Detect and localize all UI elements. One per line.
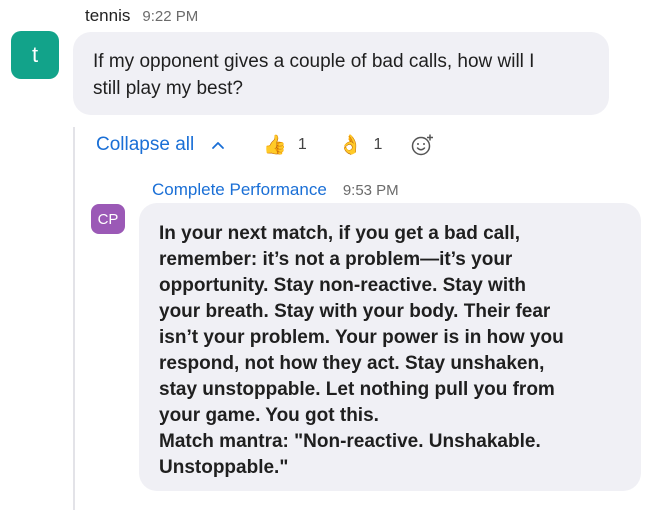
reply-text-line: opportunity. Stay non-reactive. Stay wit… xyxy=(159,275,527,296)
sender-name[interactable]: tennis xyxy=(85,6,130,26)
reaction-count: 1 xyxy=(373,136,383,153)
reactions-row: Collapse all 👍 1 👌 1 xyxy=(96,130,434,160)
thread-line xyxy=(73,127,75,510)
avatar[interactable]: t xyxy=(11,31,59,79)
collapse-all-label: Collapse all xyxy=(96,134,195,155)
message-time: 9:22 PM xyxy=(142,8,199,25)
message-header: tennis 9:22 PM xyxy=(85,6,198,26)
reply-text-line: your breath. Stay with your body. Their … xyxy=(159,301,551,322)
chevron-up-icon xyxy=(212,142,225,149)
message-text-line: If my opponent gives a couple of bad cal… xyxy=(93,51,535,72)
add-reaction-icon[interactable] xyxy=(410,133,434,157)
reply-text-line: stay unstoppable. Let nothing pull you f… xyxy=(159,379,555,400)
collapse-all-button[interactable]: Collapse all xyxy=(96,134,225,156)
reaction-count: 1 xyxy=(297,136,307,153)
reply-text-line: your game. You got this. xyxy=(159,405,379,426)
reply-text-line: Unstoppable." xyxy=(159,457,289,478)
reply-text-line: isn’t your problem. Your power is in how… xyxy=(159,327,564,348)
message-bubble: If my opponent gives a couple of bad cal… xyxy=(73,32,609,115)
reply-time: 9:53 PM xyxy=(342,182,399,199)
reply-text-line: In your next match, if you get a bad cal… xyxy=(159,223,521,244)
reply-header: Complete Performance 9:53 PM xyxy=(152,180,399,200)
reply-bubble: In your next match, if you get a bad cal… xyxy=(139,203,641,491)
reply-sender-name[interactable]: Complete Performance xyxy=(152,180,327,200)
reply-text-line: remember: it’s not a problem—it’s your xyxy=(159,249,513,270)
reply-text-line: respond, not how they act. Stay unshaken… xyxy=(159,353,545,374)
ok-hand-icon: 👌 xyxy=(338,134,363,156)
reaction-thumbs-up[interactable]: 👍 1 xyxy=(263,136,307,155)
thumbs-up-icon: 👍 xyxy=(263,134,287,156)
reply-avatar[interactable]: CP xyxy=(91,204,125,234)
message-text-line: still play my best? xyxy=(93,78,243,99)
reply-text-line: Match mantra: "Non-reactive. Unshakable. xyxy=(159,431,541,452)
reaction-ok-hand[interactable]: 👌 1 xyxy=(339,136,383,155)
